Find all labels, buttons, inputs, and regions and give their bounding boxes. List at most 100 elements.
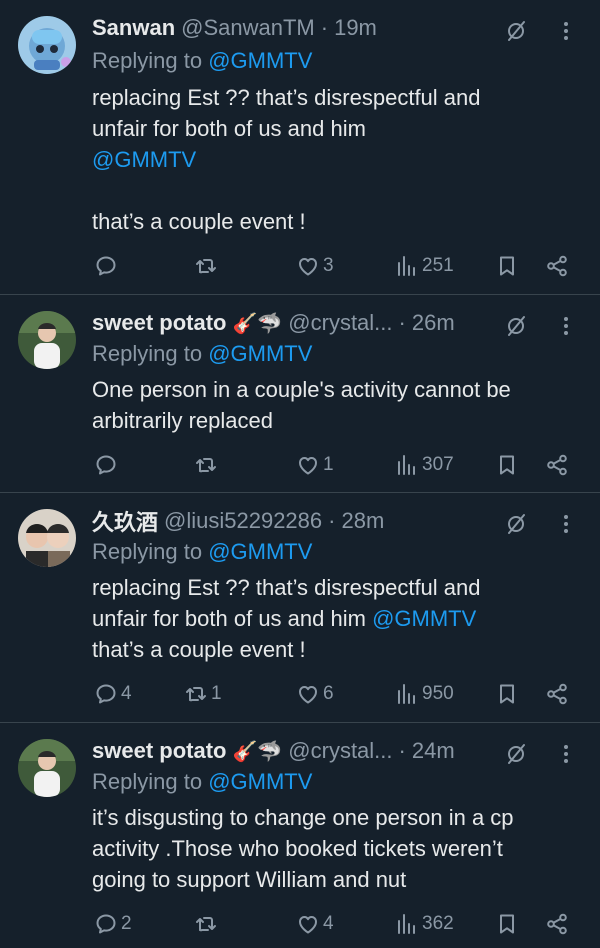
display-name[interactable]: Sanwan xyxy=(92,15,175,41)
grok-icon[interactable] xyxy=(504,512,528,536)
user-handle[interactable]: @SanwanTM xyxy=(181,15,315,41)
views-button[interactable]: 307 xyxy=(395,450,454,480)
timestamp[interactable]: 28m xyxy=(341,508,384,534)
views-button[interactable]: 362 xyxy=(395,909,454,939)
bookmark-icon xyxy=(495,254,519,278)
reply-icon xyxy=(94,912,118,936)
bookmark-icon xyxy=(495,453,519,477)
views-count: 307 xyxy=(422,454,454,475)
tweet-card[interactable]: Sanwan @SanwanTM · 19m Replying to @GMMT… xyxy=(0,0,600,295)
views-icon xyxy=(395,682,419,706)
bookmark-button[interactable] xyxy=(495,251,519,281)
user-handle[interactable]: @crystal... xyxy=(288,738,392,764)
tweet-mention[interactable]: @GMMTV xyxy=(92,144,572,175)
tweet-mention[interactable]: @GMMTV xyxy=(372,606,476,631)
like-count: 3 xyxy=(323,255,334,276)
replying-prefix: Replying to xyxy=(92,539,203,564)
tweet-text-line: unfair for both of us and him xyxy=(92,116,366,141)
retweet-button[interactable]: 1 xyxy=(184,679,222,709)
display-name[interactable]: sweet potato xyxy=(92,310,226,336)
grok-icon[interactable] xyxy=(504,742,528,766)
replying-to: Replying to @GMMTV xyxy=(92,341,312,367)
tweet-text-line: activity .Those who booked tickets weren… xyxy=(92,836,503,861)
reply-button[interactable] xyxy=(94,450,121,480)
timestamp[interactable]: 26m xyxy=(412,310,455,336)
tweet-card[interactable]: sweet potato 🎸🦈 @crystal... · 24m Replyi… xyxy=(0,723,600,948)
views-button[interactable]: 950 xyxy=(395,679,454,709)
tweet-card[interactable]: 久玖酒 @liusi52292286 · 28m Replying to @GM… xyxy=(0,493,600,723)
tweet-card[interactable]: sweet potato 🎸🦈 @crystal... · 26m Replyi… xyxy=(0,295,600,493)
separator-dot: · xyxy=(328,508,336,533)
timestamp[interactable]: 19m xyxy=(334,15,377,41)
heart-icon xyxy=(296,453,320,477)
reply-icon xyxy=(94,453,118,477)
avatar[interactable] xyxy=(18,509,76,567)
retweet-button[interactable] xyxy=(194,450,221,480)
tweet-text-line: unfair for both of us and him @GMMTV xyxy=(92,603,572,634)
retweet-icon xyxy=(194,912,218,936)
heart-icon xyxy=(296,682,320,706)
bookmark-button[interactable] xyxy=(495,450,519,480)
replying-mention[interactable]: @GMMTV xyxy=(208,341,312,366)
views-icon xyxy=(395,453,419,477)
grok-icon[interactable] xyxy=(504,19,528,43)
user-handle[interactable]: @liusi52292286 xyxy=(164,508,322,534)
action-bar: 1 307 xyxy=(0,450,600,480)
replying-to: Replying to @GMMTV xyxy=(92,539,312,565)
tweet-text-line: replacing Est ?? that’s disrespectful an… xyxy=(92,575,481,600)
display-name[interactable]: 久玖酒 xyxy=(92,505,158,537)
retweet-count: 1 xyxy=(211,683,222,704)
avatar[interactable] xyxy=(18,16,76,74)
heart-icon xyxy=(296,912,320,936)
grok-icon[interactable] xyxy=(504,314,528,338)
replying-prefix: Replying to xyxy=(92,341,203,366)
replying-to: Replying to @GMMTV xyxy=(92,769,312,795)
retweet-icon xyxy=(194,254,218,278)
tweet-text: One person in a couple's activity cannot… xyxy=(92,374,572,436)
share-icon xyxy=(545,912,569,936)
like-count: 4 xyxy=(323,913,334,934)
like-button[interactable]: 4 xyxy=(296,909,334,939)
timestamp[interactable]: 24m xyxy=(412,738,455,764)
separator-dot: · xyxy=(320,15,329,40)
views-count: 950 xyxy=(422,683,454,704)
tweet-text: replacing Est ?? that’s disrespectful an… xyxy=(92,82,572,237)
replying-mention[interactable]: @GMMTV xyxy=(208,769,312,794)
share-button[interactable] xyxy=(545,679,569,709)
replying-prefix: Replying to xyxy=(92,48,203,73)
bookmark-button[interactable] xyxy=(495,679,519,709)
views-button[interactable]: 251 xyxy=(395,251,454,281)
like-button[interactable]: 6 xyxy=(296,679,334,709)
reply-count: 4 xyxy=(121,683,132,704)
display-name[interactable]: sweet potato xyxy=(92,738,226,764)
share-button[interactable] xyxy=(545,909,569,939)
tweet-text: replacing Est ?? that’s disrespectful an… xyxy=(92,572,572,665)
share-button[interactable] xyxy=(545,251,569,281)
avatar[interactable] xyxy=(18,739,76,797)
action-bar: 2 4 362 xyxy=(0,909,600,939)
user-handle[interactable]: @crystal... xyxy=(288,310,392,336)
share-icon xyxy=(545,453,569,477)
replying-mention[interactable]: @GMMTV xyxy=(208,48,312,73)
views-icon xyxy=(395,254,419,278)
retweet-button[interactable] xyxy=(194,251,221,281)
replying-mention[interactable]: @GMMTV xyxy=(208,539,312,564)
bookmark-button[interactable] xyxy=(495,909,519,939)
reply-button[interactable]: 2 xyxy=(94,909,132,939)
reply-button[interactable]: 4 xyxy=(94,679,132,709)
retweet-button[interactable] xyxy=(194,909,221,939)
like-button[interactable]: 1 xyxy=(296,450,334,480)
like-button[interactable]: 3 xyxy=(296,251,334,281)
more-icon[interactable] xyxy=(554,512,578,536)
share-button[interactable] xyxy=(545,450,569,480)
reply-icon xyxy=(94,682,118,706)
views-count: 251 xyxy=(422,255,454,276)
name-emoji: 🎸🦈 xyxy=(232,312,283,335)
action-bar: 3 251 xyxy=(0,251,600,281)
retweet-icon xyxy=(184,682,208,706)
avatar[interactable] xyxy=(18,311,76,369)
more-icon[interactable] xyxy=(554,742,578,766)
reply-button[interactable] xyxy=(94,251,121,281)
more-icon[interactable] xyxy=(554,19,578,43)
more-icon[interactable] xyxy=(554,314,578,338)
